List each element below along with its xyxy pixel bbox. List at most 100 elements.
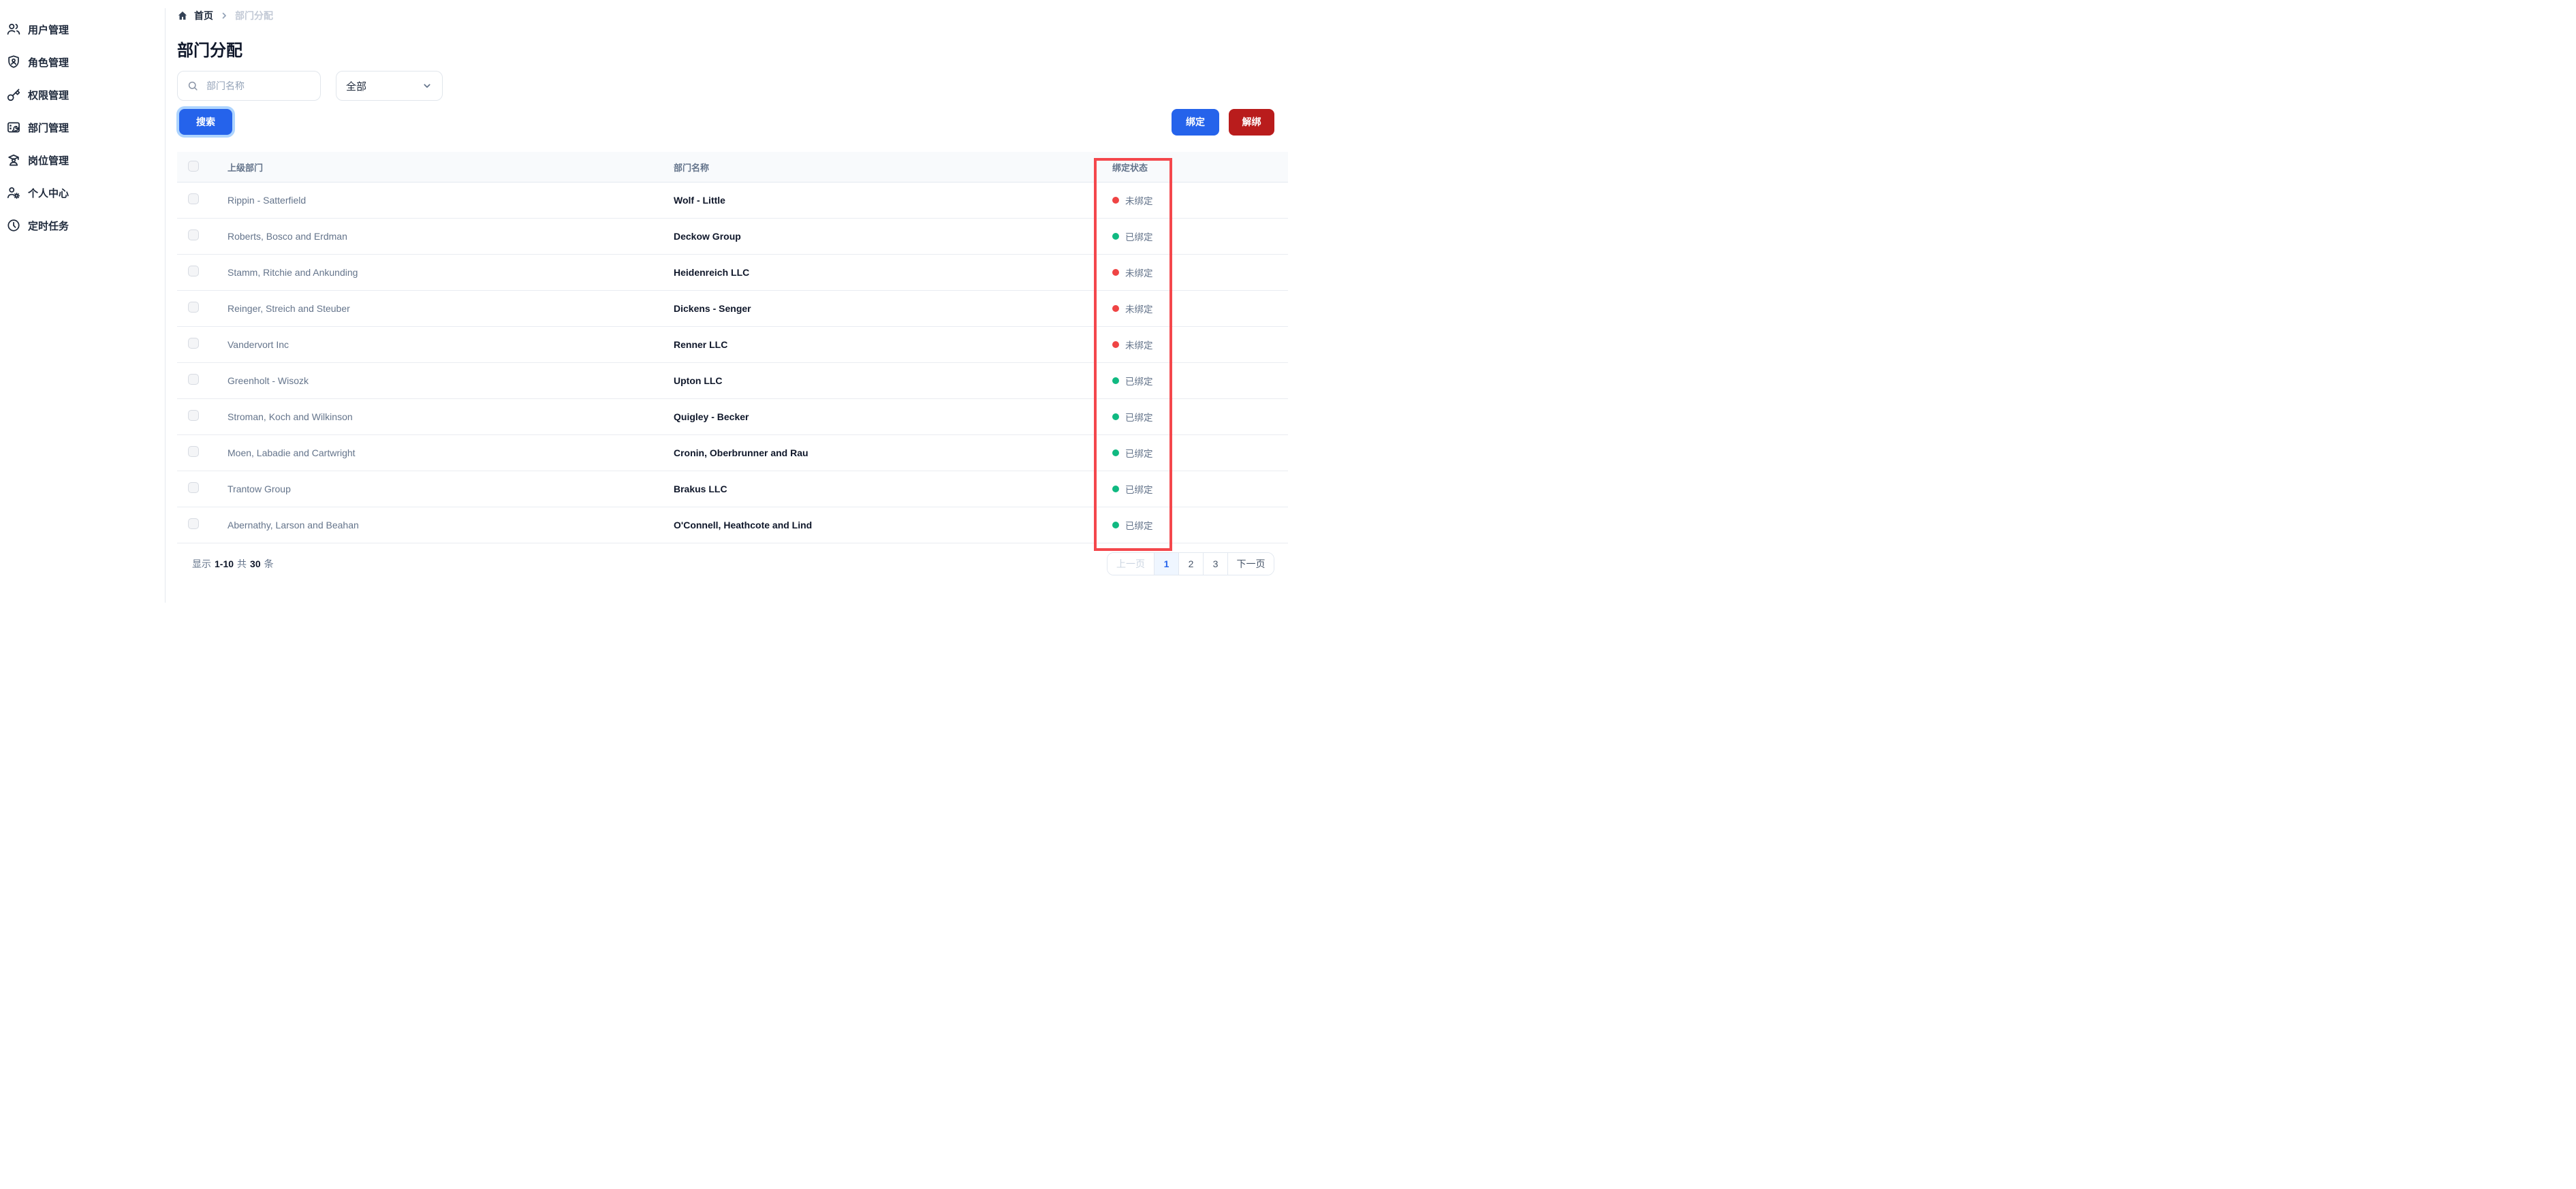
- binding-status-cell: 已绑定: [1112, 482, 1288, 496]
- status-label: 已绑定: [1125, 413, 1153, 423]
- sidebar-item-5[interactable]: 岗位管理: [0, 144, 165, 176]
- status-dot-icon: [1112, 486, 1119, 492]
- department-name-cell: Wolf - Little: [674, 195, 725, 206]
- sidebar-item-6[interactable]: 个人中心: [0, 176, 165, 209]
- status-dot-icon: [1112, 449, 1119, 456]
- department-name-cell: Cronin, Oberbrunner and Rau: [674, 447, 808, 458]
- table-row: Rippin - Satterfield Wolf - Little 未绑定: [177, 183, 1288, 219]
- status-dot-icon: [1112, 197, 1119, 204]
- table-row: Roberts, Bosco and Erdman Deckow Group 已…: [177, 219, 1288, 255]
- sidebar-item-3[interactable]: 权限管理: [0, 78, 165, 111]
- sidebar-item-1[interactable]: 用户管理: [0, 13, 165, 46]
- row-checkbox[interactable]: [188, 229, 199, 240]
- department-search-box: [177, 71, 321, 101]
- breadcrumb-home-link[interactable]: 首页: [177, 9, 213, 22]
- table-footer: 显示 1-10 共 30 条 上一页 1 2 3 下一页: [177, 543, 1274, 584]
- bind-button[interactable]: 绑定: [1172, 108, 1219, 136]
- department-name-cell: Upton LLC: [674, 375, 723, 386]
- sidebar-item-label: 岗位管理: [28, 155, 69, 167]
- sidebar-item-label: 部门管理: [28, 122, 69, 134]
- status-label: 未绑定: [1125, 268, 1153, 279]
- select-all-checkbox[interactable]: [188, 160, 199, 172]
- search-icon: [188, 81, 198, 91]
- department-name-cell: Quigley - Becker: [674, 411, 749, 422]
- department-icon: [7, 122, 20, 133]
- clock-icon: [7, 219, 20, 232]
- summary-unit-label: 条: [264, 558, 274, 569]
- binding-status-cell: 已绑定: [1112, 518, 1288, 532]
- sidebar-item-label: 用户管理: [28, 24, 69, 36]
- breadcrumb-current: 部门分配: [235, 10, 273, 21]
- sidebar-item-7[interactable]: 定时任务: [0, 209, 165, 242]
- pagination-next-button[interactable]: 下一页: [1227, 553, 1274, 575]
- parent-department-cell: Stamm, Ritchie and Ankunding: [227, 267, 358, 278]
- bind-actions: 绑定 解绑: [1172, 108, 1274, 136]
- row-checkbox[interactable]: [188, 301, 199, 313]
- search-input[interactable]: [205, 80, 311, 92]
- row-checkbox[interactable]: [188, 518, 199, 529]
- binding-status-cell: 未绑定: [1112, 193, 1288, 207]
- parent-department-cell: Rippin - Satterfield: [227, 195, 307, 206]
- row-checkbox[interactable]: [188, 373, 199, 385]
- department-name-cell: Dickens - Senger: [674, 303, 751, 314]
- status-filter-select[interactable]: 全部: [336, 71, 443, 101]
- sidebar-item-label: 定时任务: [28, 220, 69, 232]
- status-label: 未绑定: [1125, 196, 1153, 206]
- users-icon: [7, 23, 20, 35]
- summary-range: 1-10: [215, 558, 234, 569]
- binding-status-cell: 已绑定: [1112, 374, 1288, 387]
- department-name-cell: O'Connell, Heathcote and Lind: [674, 520, 813, 530]
- table-row: Stroman, Koch and Wilkinson Quigley - Be…: [177, 399, 1288, 435]
- pagination-summary: 显示 1-10 共 30 条: [192, 557, 274, 571]
- status-dot-icon: [1112, 269, 1119, 276]
- breadcrumb-home-label: 首页: [194, 10, 213, 21]
- page-title: 部门分配: [177, 42, 242, 60]
- pagination-page-2[interactable]: 2: [1178, 553, 1203, 575]
- status-dot-icon: [1112, 305, 1119, 312]
- status-label: 已绑定: [1125, 449, 1153, 459]
- status-dot-icon: [1112, 522, 1119, 528]
- table-row: Trantow Group Brakus LLC 已绑定: [177, 471, 1288, 507]
- table-row: Vandervort Inc Renner LLC 未绑定: [177, 327, 1288, 363]
- parent-department-cell: Trantow Group: [227, 483, 291, 494]
- sidebar-item-label: 权限管理: [28, 89, 69, 101]
- table-row: Moen, Labadie and Cartwright Cronin, Obe…: [177, 435, 1288, 471]
- row-checkbox[interactable]: [188, 193, 199, 204]
- main-content: 首页 部门分配 部门分配 全部 搜索 绑定 解绑: [166, 8, 1288, 584]
- unbind-button[interactable]: 解绑: [1229, 108, 1274, 136]
- sidebar-nav: 用户管理角色管理权限管理部门管理岗位管理个人中心定时任务: [0, 13, 165, 242]
- pagination-page-1[interactable]: 1: [1154, 553, 1178, 575]
- table-row: Stamm, Ritchie and Ankunding Heidenreich…: [177, 255, 1288, 291]
- row-checkbox[interactable]: [188, 481, 199, 493]
- department-name-cell: Renner LLC: [674, 339, 728, 350]
- status-label: 已绑定: [1125, 521, 1153, 531]
- table-row: Abernathy, Larson and Beahan O'Connell, …: [177, 507, 1288, 543]
- shield-user-icon: [8, 55, 19, 68]
- department-assignment-page: 用户管理角色管理权限管理部门管理岗位管理个人中心定时任务 首页 部门分配 部门分…: [0, 8, 1288, 603]
- row-checkbox[interactable]: [188, 409, 199, 421]
- status-label: 已绑定: [1125, 232, 1153, 242]
- status-filter-value: 全部: [346, 80, 367, 93]
- parent-department-cell: Moen, Labadie and Cartwright: [227, 447, 356, 458]
- row-checkbox[interactable]: [188, 445, 199, 457]
- user-gear-icon: [7, 187, 20, 200]
- status-label: 已绑定: [1125, 485, 1153, 495]
- status-dot-icon: [1112, 413, 1119, 420]
- breadcrumb: 首页 部门分配: [177, 8, 1274, 23]
- chevron-right-icon: [219, 11, 229, 20]
- department-name-cell: Brakus LLC: [674, 483, 727, 494]
- sidebar-item-2[interactable]: 角色管理: [0, 46, 165, 78]
- search-button[interactable]: 搜索: [179, 109, 232, 135]
- status-dot-icon: [1112, 233, 1119, 240]
- key-icon: [7, 89, 20, 101]
- pagination-prev-button[interactable]: 上一页: [1108, 553, 1154, 575]
- sidebar-item-label: 个人中心: [28, 187, 69, 200]
- sidebar-item-4[interactable]: 部门管理: [0, 111, 165, 144]
- summary-total-label: 共: [237, 558, 247, 569]
- status-dot-icon: [1112, 341, 1119, 348]
- row-checkbox[interactable]: [188, 337, 199, 349]
- row-checkbox[interactable]: [188, 265, 199, 276]
- sidebar: 用户管理角色管理权限管理部门管理岗位管理个人中心定时任务: [0, 8, 166, 603]
- pagination-page-3[interactable]: 3: [1203, 553, 1227, 575]
- parent-department-cell: Abernathy, Larson and Beahan: [227, 520, 359, 530]
